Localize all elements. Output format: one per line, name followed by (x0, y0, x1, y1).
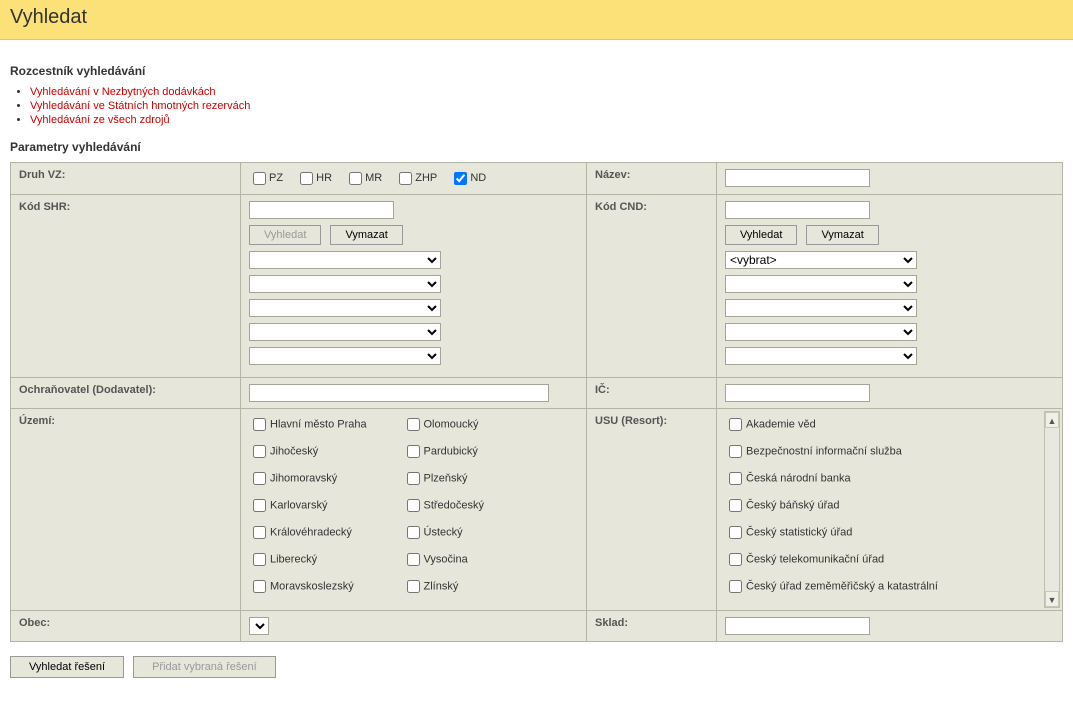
chk-pardubicky[interactable] (407, 445, 420, 458)
uzemi-block: Hlavní město Praha Jihočeský Jihomoravsk… (241, 409, 587, 611)
kod-shr-select-3[interactable] (249, 299, 441, 317)
obec-label: Obec: (11, 611, 241, 642)
ic-input[interactable] (725, 384, 870, 402)
chk-mr[interactable] (349, 172, 362, 185)
chk-zhp[interactable] (399, 172, 412, 185)
kod-cnd-label: Kód CND: (587, 195, 717, 378)
sklad-label: Sklad: (587, 611, 717, 642)
search-form-table: Druh VZ: PZ HR MR ZHP ND Název: Kód SHR:… (10, 162, 1063, 642)
chk-vysocina[interactable] (407, 553, 420, 566)
uzemi-label: Území: (11, 409, 241, 611)
chk-cnb[interactable] (729, 472, 742, 485)
kod-shr-select-1[interactable] (249, 251, 441, 269)
chk-bis[interactable] (729, 445, 742, 458)
kod-cnd-input[interactable] (725, 201, 870, 219)
link-vsechny-zdroje[interactable]: Vyhledávání ze všech zdrojů (30, 114, 170, 126)
chk-liberecky[interactable] (253, 553, 266, 566)
link-nezbytne-dodavky[interactable]: Vyhledávání v Nezbytných dodávkách (30, 86, 215, 98)
chk-ctu[interactable] (729, 553, 742, 566)
kod-cnd-search-btn[interactable]: Vyhledat (725, 225, 797, 245)
kod-shr-select-5[interactable] (249, 347, 441, 365)
bottom-buttons: Vyhledat řešení Přidat vybraná řešení (10, 656, 1063, 678)
chk-olomoucky[interactable] (407, 418, 420, 431)
obec-select[interactable] (249, 617, 269, 635)
usu-label: USU (Resort): (587, 409, 717, 611)
kod-shr-clear-btn[interactable]: Vymazat (330, 225, 402, 245)
kod-cnd-select-2[interactable] (725, 275, 917, 293)
kod-shr-search-btn[interactable]: Vyhledat (249, 225, 321, 245)
search-links: Vyhledávání v Nezbytných dodávkách Vyhle… (30, 86, 1063, 126)
kod-shr-select-4[interactable] (249, 323, 441, 341)
chk-jihomoravsky[interactable] (253, 472, 266, 485)
chk-karlovarsky[interactable] (253, 499, 266, 512)
vyhledat-reseni-btn[interactable]: Vyhledat řešení (10, 656, 124, 678)
usu-block: Akademie věd Bezpečnostní informační slu… (717, 409, 1063, 611)
scroll-down-icon[interactable]: ▼ (1045, 591, 1059, 607)
page-title: Vyhledat (10, 6, 1063, 29)
kod-shr-input[interactable] (249, 201, 394, 219)
nazev-label: Název: (587, 163, 717, 195)
parametry-title: Parametry vyhledávání (10, 140, 1063, 154)
kod-cnd-block: Vyhledat Vymazat <vybrat> (717, 195, 1063, 378)
chk-ustecky[interactable] (407, 526, 420, 539)
pridat-vybrana-btn[interactable]: Přidat vybraná řešení (133, 656, 276, 678)
main-content: Rozcestník vyhledávání Vyhledávání v Nez… (0, 40, 1073, 688)
chk-stredocesky[interactable] (407, 499, 420, 512)
chk-akademie-ved[interactable] (729, 418, 742, 431)
link-statni-rezervy[interactable]: Vyhledávání ve Státních hmotných rezervá… (30, 100, 250, 112)
chk-pz[interactable] (253, 172, 266, 185)
chk-praha[interactable] (253, 418, 266, 431)
ochranovatel-label: Ochraňovatel (Dodavatel): (11, 378, 241, 409)
kod-shr-block: Vyhledat Vymazat (241, 195, 587, 378)
page-header: Vyhledat (0, 0, 1073, 40)
rozcestnik-title: Rozcestník vyhledávání (10, 64, 1063, 78)
chk-zlinsky[interactable] (407, 580, 420, 593)
usu-scrollbar[interactable]: ▲ ▼ (1044, 411, 1060, 608)
chk-jihocesky[interactable] (253, 445, 266, 458)
kod-shr-select-2[interactable] (249, 275, 441, 293)
chk-nd[interactable] (454, 172, 467, 185)
kod-shr-label: Kód SHR: (11, 195, 241, 378)
kod-cnd-clear-btn[interactable]: Vymazat (806, 225, 878, 245)
chk-plzensky[interactable] (407, 472, 420, 485)
kod-cnd-select-3[interactable] (725, 299, 917, 317)
kod-cnd-select-4[interactable] (725, 323, 917, 341)
ochranovatel-input[interactable] (249, 384, 549, 402)
chk-moravskoslezsky[interactable] (253, 580, 266, 593)
kod-cnd-select-1[interactable]: <vybrat> (725, 251, 917, 269)
ic-label: IČ: (587, 378, 717, 409)
chk-cuzk[interactable] (729, 580, 742, 593)
scroll-up-icon[interactable]: ▲ (1045, 412, 1059, 428)
druh-vz-options: PZ HR MR ZHP ND (241, 163, 587, 195)
druh-vz-label: Druh VZ: (11, 163, 241, 195)
chk-cbu[interactable] (729, 499, 742, 512)
nazev-input[interactable] (725, 169, 870, 187)
kod-cnd-select-5[interactable] (725, 347, 917, 365)
chk-kralovehradecky[interactable] (253, 526, 266, 539)
chk-hr[interactable] (300, 172, 313, 185)
chk-csu[interactable] (729, 526, 742, 539)
sklad-input[interactable] (725, 617, 870, 635)
